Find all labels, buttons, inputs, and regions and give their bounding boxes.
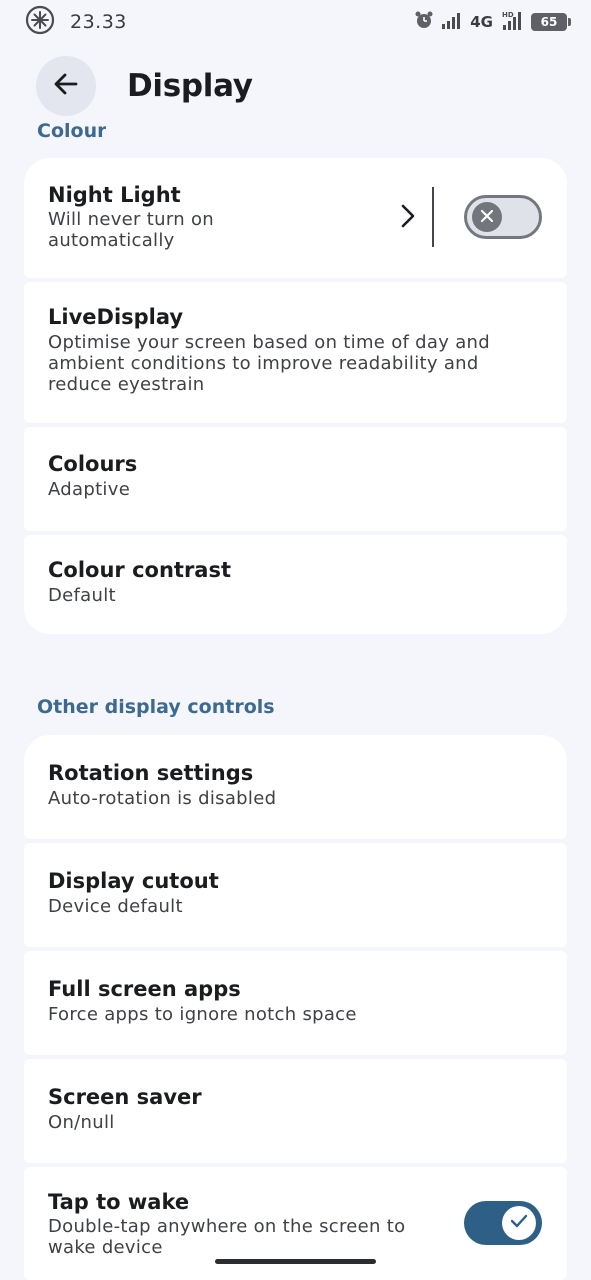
tap-to-wake-subtitle: Double-tap anywhere on the screen to wak…: [48, 1216, 406, 1258]
page-title: Display: [127, 68, 253, 104]
arrow-back-icon: [52, 70, 80, 102]
app-bar: Display: [36, 56, 253, 116]
night-light-toggle[interactable]: [464, 195, 542, 239]
close-icon: [480, 208, 494, 227]
colours-item[interactable]: Colours Adaptive: [24, 427, 567, 531]
gesture-navigation-handle[interactable]: [215, 1259, 376, 1264]
toggle-thumb: [502, 1206, 536, 1240]
livedisplay-subtitle: Optimise your screen based on time of da…: [48, 332, 490, 395]
display-cutout-subtitle: Device default: [48, 896, 183, 917]
check-icon: [510, 1213, 528, 1233]
rotation-settings-title: Rotation settings: [48, 761, 254, 785]
screen-saver-item[interactable]: Screen saver On/null: [24, 1059, 567, 1163]
app-status-icon: [24, 4, 56, 40]
colour-contrast-subtitle: Default: [48, 585, 116, 606]
battery-indicator: 65: [531, 13, 571, 31]
status-bar: 23.33 4G HD 65: [0, 0, 591, 44]
screen-saver-subtitle: On/null: [48, 1112, 115, 1133]
colours-subtitle: Adaptive: [48, 479, 131, 500]
livedisplay-title: LiveDisplay: [48, 305, 184, 329]
full-screen-apps-title: Full screen apps: [48, 977, 241, 1001]
display-cutout-title: Display cutout: [48, 869, 219, 893]
colour-contrast-title: Colour contrast: [48, 558, 232, 582]
rotation-settings-subtitle: Auto-rotation is disabled: [48, 788, 277, 809]
divider: [432, 187, 434, 247]
night-light-subtitle: Will never turn on automatically: [48, 209, 214, 251]
chevron-right-icon: [401, 204, 415, 232]
alarm-icon: [414, 10, 434, 34]
night-light-item[interactable]: Night Light Will never turn on automatic…: [24, 158, 567, 278]
display-cutout-item[interactable]: Display cutout Device default: [24, 843, 567, 947]
livedisplay-item[interactable]: LiveDisplay Optimise your screen based o…: [24, 282, 567, 423]
rotation-settings-item[interactable]: Rotation settings Auto-rotation is disab…: [24, 735, 567, 839]
tap-to-wake-toggle[interactable]: [464, 1201, 542, 1245]
full-screen-apps-subtitle: Force apps to ignore notch space: [48, 1004, 357, 1025]
back-button[interactable]: [36, 56, 96, 116]
toggle-thumb: [472, 202, 502, 232]
svg-text:HD: HD: [502, 11, 514, 19]
signal-icon: [441, 11, 463, 33]
section-label-other-display-controls: Other display controls: [37, 696, 275, 718]
screen-saver-title: Screen saver: [48, 1085, 202, 1109]
signal-hd-icon: HD: [500, 10, 524, 34]
colours-title: Colours: [48, 452, 138, 476]
section-label-colour: Colour: [37, 120, 107, 140]
network-type-label: 4G: [470, 13, 493, 31]
status-time: 23.33: [70, 11, 127, 33]
colour-contrast-item[interactable]: Colour contrast Default: [24, 535, 567, 634]
full-screen-apps-item[interactable]: Full screen apps Force apps to ignore no…: [24, 951, 567, 1055]
